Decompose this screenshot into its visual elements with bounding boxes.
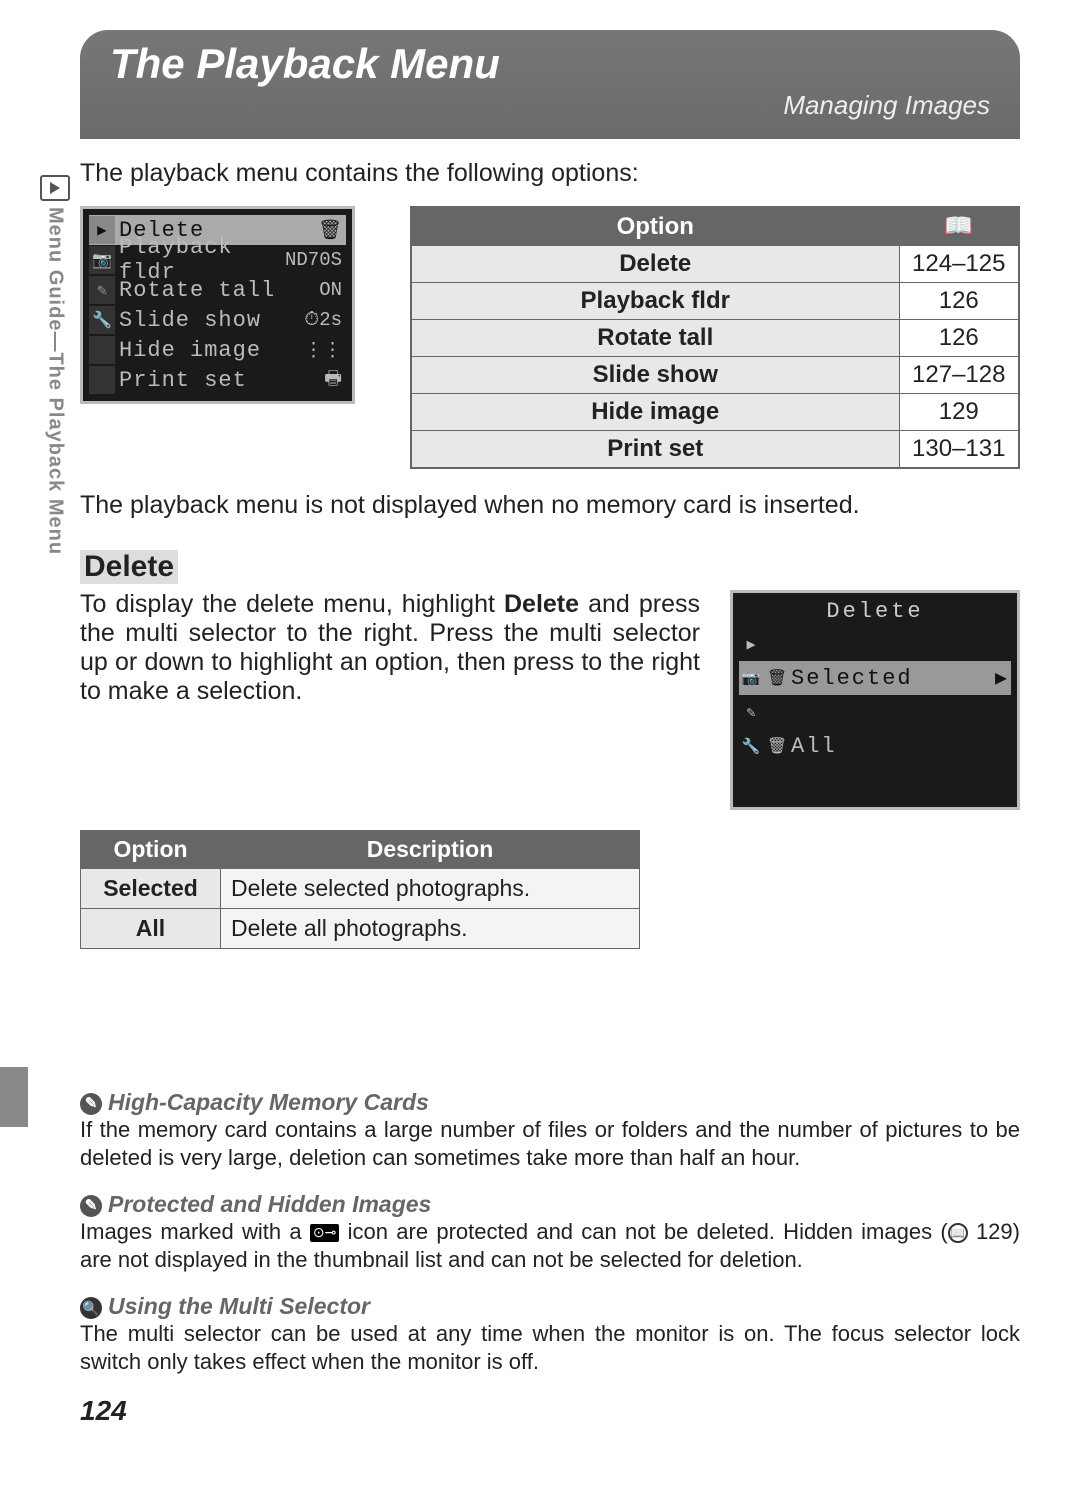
all-trash-icon: 🗑	[763, 736, 791, 756]
note-multi-selector: 🔍Using the Multi Selector The multi sele…	[80, 1293, 1020, 1375]
lcd2-tab-wrench-icon: 🔧	[739, 737, 763, 756]
page-banner: The Playback Menu Managing Images	[80, 30, 1020, 139]
th-page-icon: 📖	[899, 207, 1019, 246]
side-label: Menu Guide—The Playback Menu	[44, 207, 67, 555]
lcd-row-rotate-tall: ✎ Rotate tall ON	[89, 275, 346, 305]
lcd-row-slide-show: 🔧 Slide show ⏱2s	[89, 305, 346, 335]
lcd-row-playback-fldr: 📷 Playback fldr ND70S	[89, 245, 346, 275]
intro-text: The playback menu contains the following…	[80, 159, 1020, 188]
lcd2-tab-play-icon: ▶	[739, 635, 763, 654]
table-row: Delete124–125	[411, 246, 1019, 283]
lcd2-tab-pencil-icon: ✎	[739, 703, 763, 722]
note-icon: ✎	[80, 1195, 102, 1217]
th-option: Option	[411, 207, 899, 246]
th-description: Description	[221, 831, 640, 869]
notes-section: ✎High-Capacity Memory Cards If the memor…	[80, 1089, 1020, 1375]
lcd-delete-submenu: Delete ▶ 📷 🗑 Selected ▶ ✎ 🔧 🗑 All	[730, 590, 1020, 810]
note-high-capacity: ✎High-Capacity Memory Cards If the memor…	[80, 1089, 1020, 1171]
delete-description: To display the delete menu, highlight De…	[80, 590, 700, 706]
option-page-table: Option 📖 Delete124–125 Playback fldr126 …	[410, 206, 1020, 469]
lcd-row-hide-image: Hide image ⋮⋮	[89, 335, 346, 365]
side-column: Menu Guide—The Playback Menu	[38, 175, 72, 555]
lcd2-title: Delete	[739, 597, 1011, 627]
table-row: Rotate tall126	[411, 320, 1019, 357]
lcd-row-print-set: Print set 🖶	[89, 365, 346, 395]
table-row: Slide show127–128	[411, 357, 1019, 394]
no-card-note: The playback menu is not displayed when …	[80, 491, 1020, 520]
lcd-tab-camera-icon: 📷	[89, 246, 115, 274]
delete-option-table: OptionDescription SelectedDelete selecte…	[80, 830, 640, 949]
selected-trash-icon: 🗑	[763, 668, 791, 688]
page-subtitle: Managing Images	[110, 90, 990, 121]
right-arrow-icon: ▶	[995, 665, 1011, 691]
page-title: The Playback Menu	[110, 40, 990, 88]
page-number: 124	[80, 1395, 1020, 1427]
lcd-tab-wrench-icon: 🔧	[89, 306, 115, 334]
table-row: AllDelete all photographs.	[81, 909, 640, 949]
lcd-playback-menu: ▶ Delete 🗑 📷 Playback fldr ND70S ✎ Rotat…	[80, 206, 355, 404]
delete-heading: Delete	[80, 550, 178, 584]
page-ref-icon: 📖	[948, 1223, 968, 1243]
playback-icon	[40, 175, 70, 201]
lcd2-row-all: 🔧 🗑 All	[739, 729, 1011, 763]
note-protected-hidden: ✎Protected and Hidden Images Images mark…	[80, 1191, 1020, 1273]
lcd-tab-play-icon: ▶	[89, 216, 115, 244]
table-row: SelectedDelete selected photographs.	[81, 869, 640, 909]
lcd2-row-selected: 📷 🗑 Selected ▶	[739, 661, 1011, 695]
lcd-tab-pencil-icon: ✎	[89, 276, 115, 304]
table-row: Print set130–131	[411, 431, 1019, 469]
note-icon: ✎	[80, 1093, 102, 1115]
th-option: Option	[81, 831, 221, 869]
note-icon: 🔍	[80, 1297, 102, 1319]
table-row: Hide image129	[411, 394, 1019, 431]
table-row: Playback fldr126	[411, 283, 1019, 320]
protect-key-icon: ⊙⊸	[310, 1224, 339, 1242]
lcd2-tab-camera-icon: 📷	[739, 669, 763, 688]
